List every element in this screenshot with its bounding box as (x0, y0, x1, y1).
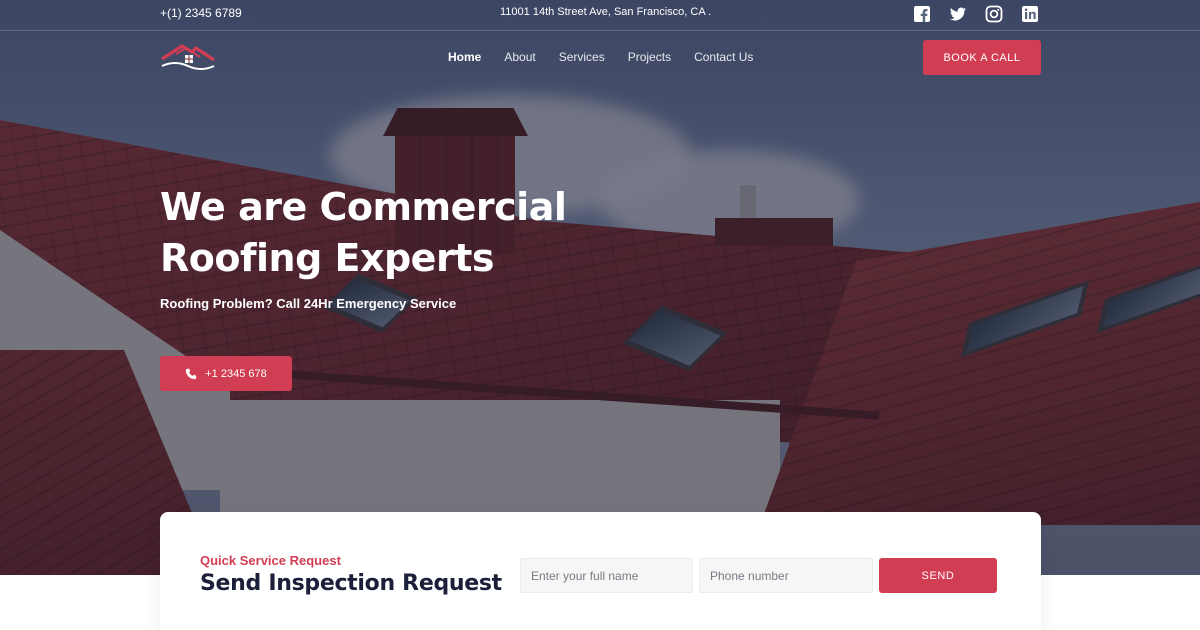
hero-background (0, 0, 1200, 575)
send-button[interactable]: SEND (879, 558, 997, 593)
card-title: Send Inspection Request (200, 571, 502, 596)
card-kicker: Quick Service Request (200, 553, 341, 568)
nav-about[interactable]: About (504, 50, 535, 64)
call-button[interactable]: +1 2345 678 (160, 356, 292, 391)
inspection-request-card: Quick Service Request Send Inspection Re… (160, 512, 1041, 630)
book-a-call-button[interactable]: BOOK A CALL (923, 40, 1041, 75)
hero-title: We are Commercial Roofing Experts (160, 182, 680, 284)
hero-title-line2: Roofing Experts (160, 236, 494, 280)
twitter-icon[interactable] (949, 5, 967, 23)
full-name-input[interactable] (520, 558, 693, 593)
nav-services[interactable]: Services (559, 50, 605, 64)
hero-subtitle: Roofing Problem? Call 24Hr Emergency Ser… (160, 296, 457, 311)
main-nav: Home About Services Projects Contact Us (448, 50, 776, 64)
logo-icon[interactable] (160, 42, 216, 72)
nav-projects[interactable]: Projects (628, 50, 671, 64)
hero-title-line1: We are Commercial (160, 185, 567, 229)
facebook-icon[interactable] (913, 5, 931, 23)
instagram-icon[interactable] (985, 5, 1003, 23)
call-button-label: +1 2345 678 (205, 367, 267, 380)
social-links (913, 5, 1039, 23)
top-phone[interactable]: +(1) 2345 6789 (160, 6, 242, 20)
top-bar: +(1) 2345 6789 11001 14th Street Ave, Sa… (0, 0, 1200, 31)
top-address: 11001 14th Street Ave, San Francisco, CA… (500, 6, 712, 18)
hero-overlay (0, 0, 1200, 575)
nav-contact-us[interactable]: Contact Us (694, 50, 753, 64)
phone-icon (186, 368, 197, 379)
nav-home[interactable]: Home (448, 50, 481, 64)
phone-number-input[interactable] (699, 558, 873, 593)
linkedin-icon[interactable] (1021, 5, 1039, 23)
